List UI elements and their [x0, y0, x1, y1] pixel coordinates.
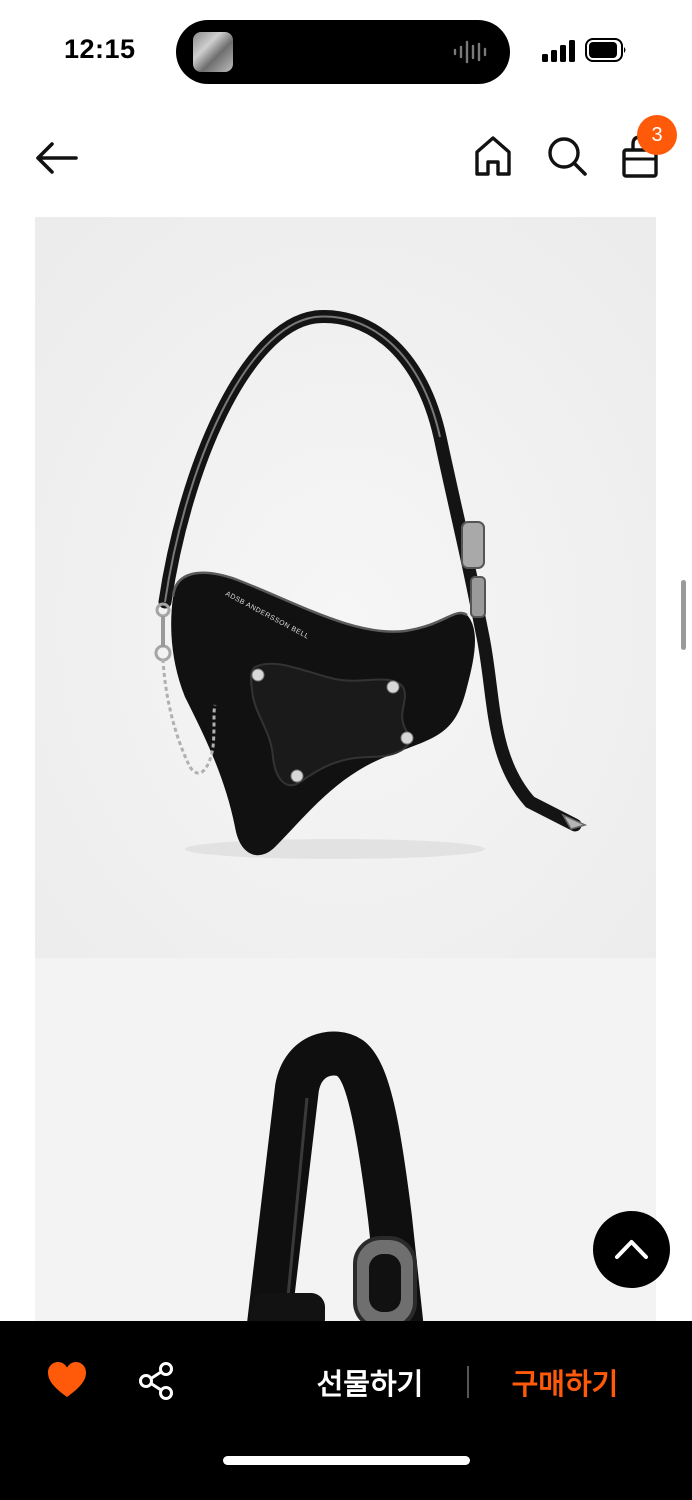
strap-buckle-detail [246, 1031, 424, 1327]
scroll-to-top-button[interactable] [593, 1211, 670, 1288]
home-icon[interactable] [472, 134, 514, 178]
home-indicator[interactable] [223, 1456, 470, 1465]
share-icon[interactable] [137, 1361, 177, 1401]
heart-icon[interactable] [47, 1361, 87, 1399]
product-image-gallery[interactable]: ADSB ANDERSSON BELL [35, 217, 656, 1327]
now-playing-thumbnail [193, 32, 233, 72]
product-photo-bag: ADSB ANDERSSON BELL [35, 217, 656, 958]
back-arrow-icon[interactable] [32, 138, 80, 178]
top-navigation [0, 110, 692, 205]
cart-count-badge: 3 [637, 115, 677, 155]
search-icon[interactable] [545, 134, 589, 178]
dynamic-island[interactable] [176, 20, 510, 84]
status-bar: 12:15 [0, 0, 692, 100]
product-photo-detail [35, 958, 656, 1327]
buy-button[interactable]: 구매하기 [495, 1357, 635, 1407]
chevron-up-icon [615, 1240, 648, 1259]
status-time: 12:15 [64, 34, 136, 64]
gift-button[interactable]: 선물하기 [300, 1357, 440, 1407]
cellular-signal-icon [542, 40, 575, 62]
scroll-indicator[interactable] [681, 580, 686, 650]
audio-waveform-icon [453, 40, 487, 64]
battery-icon [585, 38, 626, 62]
bottom-action-bar: 선물하기 구매하기 [0, 1321, 692, 1500]
button-divider [467, 1366, 469, 1398]
